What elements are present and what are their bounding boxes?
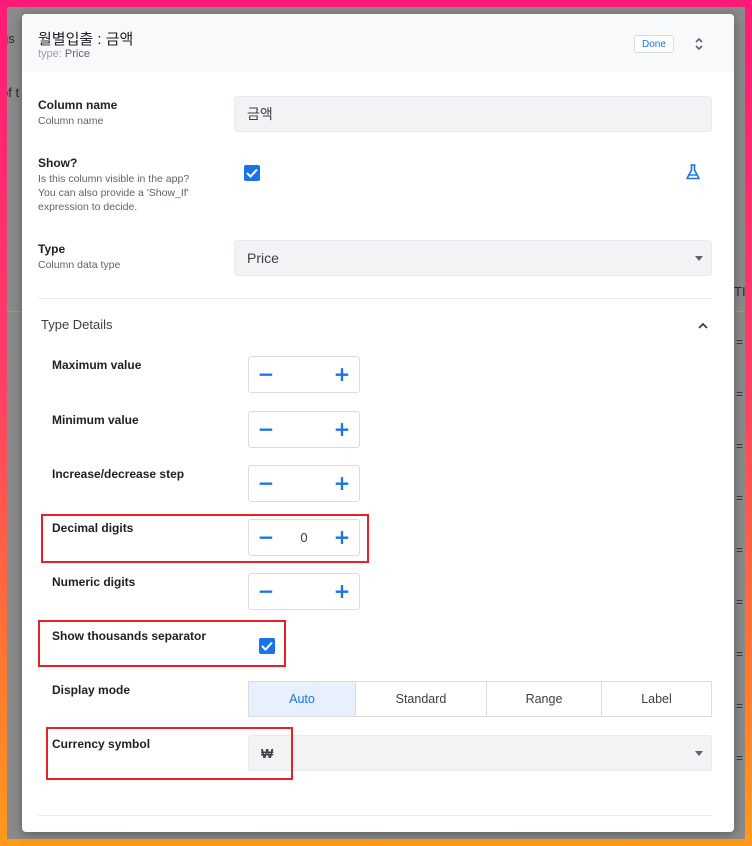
column-name-description: Column name — [38, 115, 104, 127]
bg-row-mark: = — [735, 439, 743, 453]
plus-icon[interactable]: + — [326, 574, 358, 609]
column-name-input[interactable]: 금액 — [234, 96, 712, 132]
currency-symbol-select[interactable]: ₩ — [248, 735, 712, 771]
chevron-up-icon[interactable] — [697, 318, 709, 329]
numeric-digits-input[interactable] — [281, 574, 327, 609]
section-divider — [38, 815, 712, 816]
show-checkbox[interactable] — [244, 165, 260, 181]
bg-fragment: of t — [7, 85, 20, 100]
bg-fragment: TI — [734, 284, 745, 299]
plus-icon[interactable]: + — [326, 412, 358, 447]
show-description-line: expression to decide. — [38, 201, 138, 213]
bg-row-mark: = — [735, 595, 743, 609]
chevron-expand-icon[interactable] — [692, 36, 706, 52]
step-label: Increase/decrease step — [52, 467, 185, 481]
minimum-value-input[interactable] — [281, 412, 327, 447]
done-button[interactable]: Done — [634, 35, 674, 53]
type-label: Type — [38, 242, 66, 256]
currency-symbol-highlight — [46, 727, 293, 780]
bg-row-mark: = — [735, 647, 743, 661]
type-select-value: Price — [247, 250, 279, 266]
type-prefix: type: — [38, 48, 62, 60]
flask-icon[interactable] — [684, 163, 702, 181]
type-value: Price — [64, 48, 90, 60]
minimum-value-label: Minimum value — [52, 413, 139, 427]
show-description-line: Is this column visible in the app? — [38, 173, 190, 185]
dialog-title: 월별입출 : 금액 — [38, 31, 134, 48]
display-mode-label-option[interactable]: Label — [601, 681, 712, 717]
display-mode-label: Display mode — [52, 683, 131, 697]
maximum-value-input[interactable] — [281, 357, 327, 392]
decimal-digits-highlight — [41, 514, 369, 563]
type-select[interactable]: Price — [234, 240, 712, 276]
bg-row-mark: = — [735, 491, 743, 505]
column-type-subtitle: type: Price — [38, 48, 90, 60]
check-icon — [246, 168, 258, 178]
section-divider — [38, 298, 712, 299]
show-label: Show? — [38, 156, 78, 170]
step-stepper[interactable]: − + — [248, 465, 360, 502]
bg-row-mark: = — [735, 751, 743, 765]
minus-icon[interactable]: − — [250, 357, 282, 392]
display-mode-range[interactable]: Range — [486, 681, 602, 717]
show-description: Is this column visible in the app? You c… — [38, 172, 218, 214]
dropdown-arrow-icon — [695, 256, 703, 261]
minus-icon[interactable]: − — [250, 574, 282, 609]
column-name-value: 금액 — [247, 106, 273, 122]
column-editor-dialog: 월별입출 : 금액 type: Price Done Column name C… — [22, 14, 734, 832]
plus-icon[interactable]: + — [326, 357, 358, 392]
display-mode-standard[interactable]: Standard — [355, 681, 487, 717]
step-input[interactable] — [281, 466, 327, 501]
column-name-label: Column name — [38, 98, 118, 112]
bg-fragment: gs — [7, 31, 15, 46]
minus-icon[interactable]: − — [250, 412, 282, 447]
type-description: Column data type — [38, 259, 121, 271]
minus-icon[interactable]: − — [250, 466, 282, 501]
type-details-title: Type Details — [41, 317, 113, 332]
bg-row-mark: = — [735, 699, 743, 713]
maximum-value-label: Maximum value — [52, 358, 142, 372]
dialog-header: 월별입출 : 금액 type: Price Done — [22, 14, 734, 72]
bg-row-mark: = — [735, 335, 743, 349]
numeric-digits-label: Numeric digits — [52, 575, 136, 589]
maximum-value-stepper[interactable]: − + — [248, 356, 360, 393]
plus-icon[interactable]: + — [326, 466, 358, 501]
bg-row-mark: = — [735, 387, 743, 401]
show-description-line: You can also provide a 'Show_If' — [38, 187, 189, 199]
dropdown-arrow-icon — [695, 751, 703, 756]
thousands-separator-highlight — [38, 620, 286, 667]
display-mode-auto[interactable]: Auto — [248, 681, 356, 717]
numeric-digits-stepper[interactable]: − + — [248, 573, 360, 610]
minimum-value-stepper[interactable]: − + — [248, 411, 360, 448]
bg-row-mark: = — [735, 543, 743, 557]
